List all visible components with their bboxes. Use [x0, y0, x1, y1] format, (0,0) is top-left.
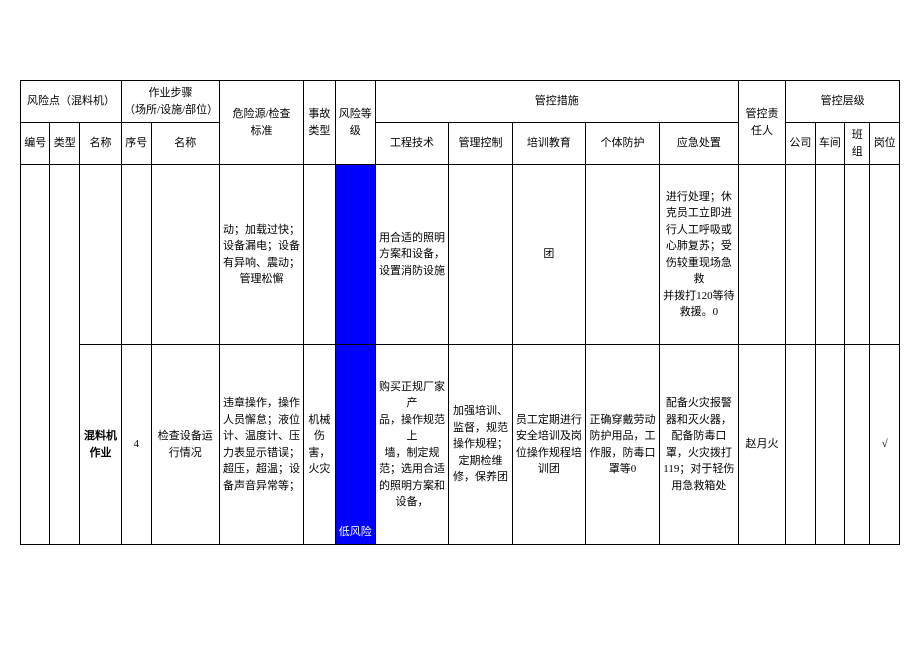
header-step-no: 序号 [122, 123, 151, 165]
cell-company [786, 165, 815, 345]
cell-step-name [151, 165, 219, 345]
cell-management [449, 165, 512, 345]
cell-training: 团 [512, 165, 586, 345]
cell-step-no: 4 [122, 345, 151, 545]
header-number: 编号 [21, 123, 50, 165]
header-hazard-check: 危险源/检查 标准 [219, 81, 303, 165]
cell-responsible [738, 165, 785, 345]
cell-engineering: 购买正规厂家产 品，操作规范上 墙，制定规 范；选用合适的照明方案和设备， [375, 345, 449, 545]
header-responsible: 管控责任人 [738, 81, 785, 165]
cell-responsible: 赵月火 [738, 345, 785, 545]
header-name: 名称 [79, 123, 121, 165]
cell-name [79, 165, 121, 345]
risk-assessment-table: 风险点（混料机） 作业步骤 （场所/设施/部位） 危险源/检查 标准 事故 类型… [20, 80, 900, 545]
header-company: 公司 [786, 123, 815, 165]
header-work-step: 作业步骤 （场所/设施/部位） [122, 81, 220, 123]
header-emergency: 应急处置 [659, 123, 738, 165]
cell-accident: 机械伤害，火灾 [304, 345, 336, 545]
header-ppe: 个体防护 [586, 123, 660, 165]
table-row: 混料机作业 4 检查设备运行情况 违章操作，操作人员懈怠；液位计、温度计、压力表… [21, 345, 900, 545]
cell-team [845, 165, 870, 345]
cell-engineering: 用合适的照明方案和设备，设置消防设施 [375, 165, 449, 345]
cell-position [870, 165, 900, 345]
cell-step-no [122, 165, 151, 345]
cell-hazard: 动；加载过快；设备漏电；设备有异响、震动；管理松懈 [219, 165, 303, 345]
cell-step-name: 检查设备运行情况 [151, 345, 219, 545]
header-team: 班 组 [845, 123, 870, 165]
cell-emergency: 进行处理；休克员工立即进行人工呼吸或心肺复苏；受伤较重现场急救 并拨打120等待… [659, 165, 738, 345]
cell-ppe: 正确穿戴劳动防护用品，工作服，防毒口罩等0 [586, 345, 660, 545]
cell-workshop [815, 345, 844, 545]
header-workshop: 车间 [815, 123, 844, 165]
cell-position: √ [870, 345, 900, 545]
cell-workshop [815, 165, 844, 345]
header-risk-point: 风险点（混料机） [21, 81, 122, 123]
table-row: 动；加载过快；设备漏电；设备有异响、震动；管理松懈 用合适的照明方案和设备，设置… [21, 165, 900, 345]
header-accident-type: 事故 类型 [304, 81, 336, 165]
header-engineering: 工程技术 [375, 123, 449, 165]
cell-company [786, 345, 815, 545]
header-step-name: 名称 [151, 123, 219, 165]
header-position: 岗位 [870, 123, 900, 165]
cell-ppe [586, 165, 660, 345]
cell-emergency: 配备火灾报警器和灭火器，配备防毒口罩，火灾拨打 119；对于轻伤用急救箱处 [659, 345, 738, 545]
header-management: 管理控制 [449, 123, 512, 165]
cell-team [845, 345, 870, 545]
header-risk-level: 风险等 级 [335, 81, 375, 165]
cell-risk-level [335, 165, 375, 345]
cell-name: 混料机作业 [79, 345, 121, 545]
header-type: 类型 [50, 123, 79, 165]
cell-accident [304, 165, 336, 345]
cell-number [21, 165, 50, 545]
cell-training: 员工定期进行安全培训及岗位操作规程培训团 [512, 345, 586, 545]
cell-hazard: 违章操作，操作人员懈怠；液位计、温度计、压力表显示错误；超压，超温；设备声音异常… [219, 345, 303, 545]
cell-management: 加强培训、监督，规范操作规程；定期检维修，保养团 [449, 345, 512, 545]
header-control-measures: 管控措施 [375, 81, 738, 123]
header-control-level: 管控层级 [786, 81, 900, 123]
cell-type [50, 165, 79, 545]
cell-risk-level: 低风险 [335, 345, 375, 545]
header-training: 培训教育 [512, 123, 586, 165]
